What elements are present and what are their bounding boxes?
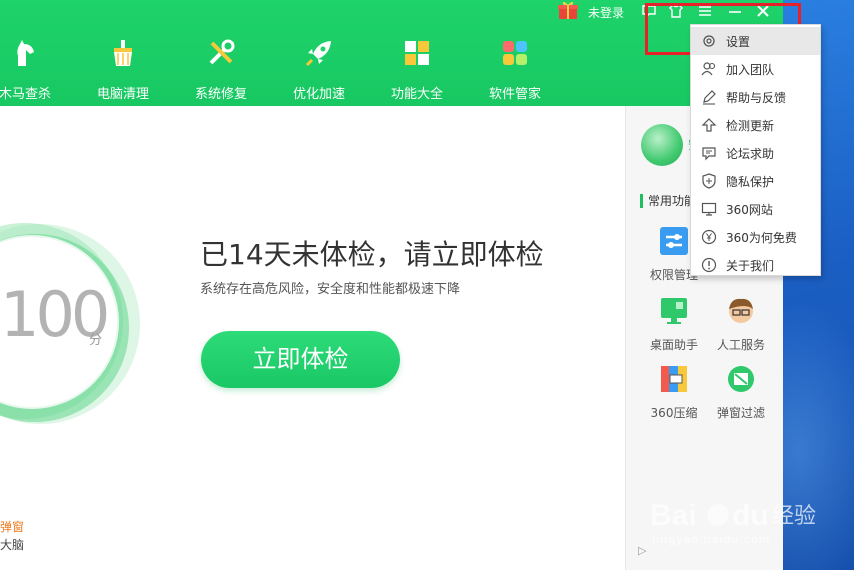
nav-label: 功能大全 — [390, 87, 443, 102]
menu-item-check-update[interactable]: 检测更新 — [691, 111, 820, 139]
nav-item-speedup[interactable]: 优化加速 — [270, 38, 368, 102]
menu-item-join-team[interactable]: 加入团队 — [691, 55, 820, 83]
desktop-helper-icon — [661, 298, 687, 324]
svg-text:经验: 经验 — [772, 504, 816, 529]
menu-item-settings[interactable]: 设置 — [691, 27, 820, 55]
main-panel: 100 分 已14天未体检，请立即体检 系统存在高危风险，安全度和性能都极速下降… — [0, 106, 625, 570]
menu-item-label: 论坛求助 — [726, 146, 775, 161]
menu-item-360-website[interactable]: 360网站 — [691, 195, 820, 223]
svg-text:Bai: Bai — [650, 499, 697, 532]
login-link[interactable]: 未登录 — [588, 4, 624, 21]
menu-item-label: 360为何免费 — [726, 230, 797, 245]
menu-item-help-feedback[interactable]: 帮助与反馈 — [691, 83, 820, 111]
tool-compress[interactable]: 360压缩 — [644, 364, 704, 421]
update-arrow-icon — [701, 118, 717, 132]
app-window: 未登录 木马查杀 电脑清理 系统修复 优化加速 功能大全 软件管家 100 分 … — [0, 0, 783, 570]
menu-item-label: 检测更新 — [726, 118, 775, 133]
start-checkup-button[interactable]: 立即体检 — [201, 331, 400, 388]
gear-icon — [703, 35, 715, 47]
nav-label: 优化加速 — [292, 87, 345, 102]
shield-icon — [702, 173, 716, 189]
pencil-icon — [703, 90, 716, 105]
nav-item-features[interactable]: 功能大全 — [368, 38, 466, 102]
menu-item-label: 360网站 — [726, 202, 773, 217]
tools-icon — [209, 39, 235, 65]
menu-item-label: 设置 — [726, 34, 751, 49]
monitor-icon — [701, 202, 717, 216]
yen-icon — [701, 229, 717, 245]
nav-item-software-manager[interactable]: 软件管家 — [466, 38, 564, 102]
score-unit: 分 — [89, 333, 103, 348]
watermark-url: jingyan.baidu.com — [652, 533, 771, 546]
team-icon — [701, 62, 716, 76]
main-nav: 木马查杀 电脑清理 系统修复 优化加速 功能大全 软件管家 — [0, 38, 564, 102]
broom-icon — [114, 40, 132, 66]
nav-label: 软件管家 — [488, 87, 541, 102]
collapse-panel-icon[interactable]: ▷ — [638, 544, 646, 557]
main-dropdown-menu: 设置 加入团队 帮助与反馈 检测更新 论坛求助 隐私保护 360网站 360为何… — [690, 24, 821, 276]
menu-item-label: 帮助与反馈 — [726, 90, 787, 105]
menu-item-label: 加入团队 — [726, 62, 775, 77]
service-person-icon — [729, 298, 753, 323]
menu-item-forum[interactable]: 论坛求助 — [691, 139, 820, 167]
menu-item-about-us[interactable]: 关于我们 — [691, 251, 820, 279]
baidu-watermark-logo: Bai du 经验 — [650, 499, 816, 532]
tool-desktop-helper[interactable]: 桌面助手 — [644, 296, 704, 353]
horse-icon — [17, 40, 34, 66]
checkup-headline: 已14天未体检，请立即体检 — [200, 238, 544, 271]
tool-label: 桌面助手 — [649, 338, 698, 352]
popup-link[interactable]: 弹窗 — [0, 518, 24, 535]
gift-icon[interactable] — [557, 0, 579, 20]
apps-icon — [503, 41, 527, 65]
permission-icon — [660, 227, 688, 255]
menu-item-label: 关于我们 — [726, 258, 775, 273]
tool-label: 人工服务 — [716, 338, 765, 352]
menu-item-privacy[interactable]: 隐私保护 — [691, 167, 820, 195]
forum-icon — [702, 147, 716, 161]
menu-item-why-free[interactable]: 360为何免费 — [691, 223, 820, 251]
nav-label: 木马查杀 — [0, 87, 51, 102]
nav-label: 电脑清理 — [96, 87, 149, 102]
checkup-subline: 系统存在高危风险，安全度和性能都极速下降 — [200, 282, 461, 297]
compress-icon — [661, 366, 687, 392]
menu-item-label: 隐私保护 — [726, 174, 775, 189]
rocket-icon — [305, 41, 331, 67]
nav-item-system-repair[interactable]: 系统修复 — [172, 38, 270, 102]
tool-label: 弹窗过滤 — [716, 406, 765, 420]
nav-item-cleanup[interactable]: 电脑清理 — [74, 38, 172, 102]
tool-label: 360压缩 — [650, 406, 698, 420]
brain-link[interactable]: 大脑 — [0, 536, 24, 553]
svg-text:du: du — [732, 499, 769, 532]
nav-label: 系统修复 — [194, 87, 247, 102]
tool-popup-filter[interactable]: 弹窗过滤 — [711, 364, 771, 421]
nav-item-trojan-scan[interactable]: 木马查杀 — [0, 38, 74, 102]
grid-icon — [405, 41, 429, 65]
security-shield-icon[interactable] — [641, 124, 683, 166]
common-functions-title: 常用功能 — [640, 194, 696, 208]
tool-human-service[interactable]: 人工服务 — [711, 296, 771, 353]
info-icon — [701, 257, 717, 273]
popup-filter-icon — [728, 366, 754, 392]
